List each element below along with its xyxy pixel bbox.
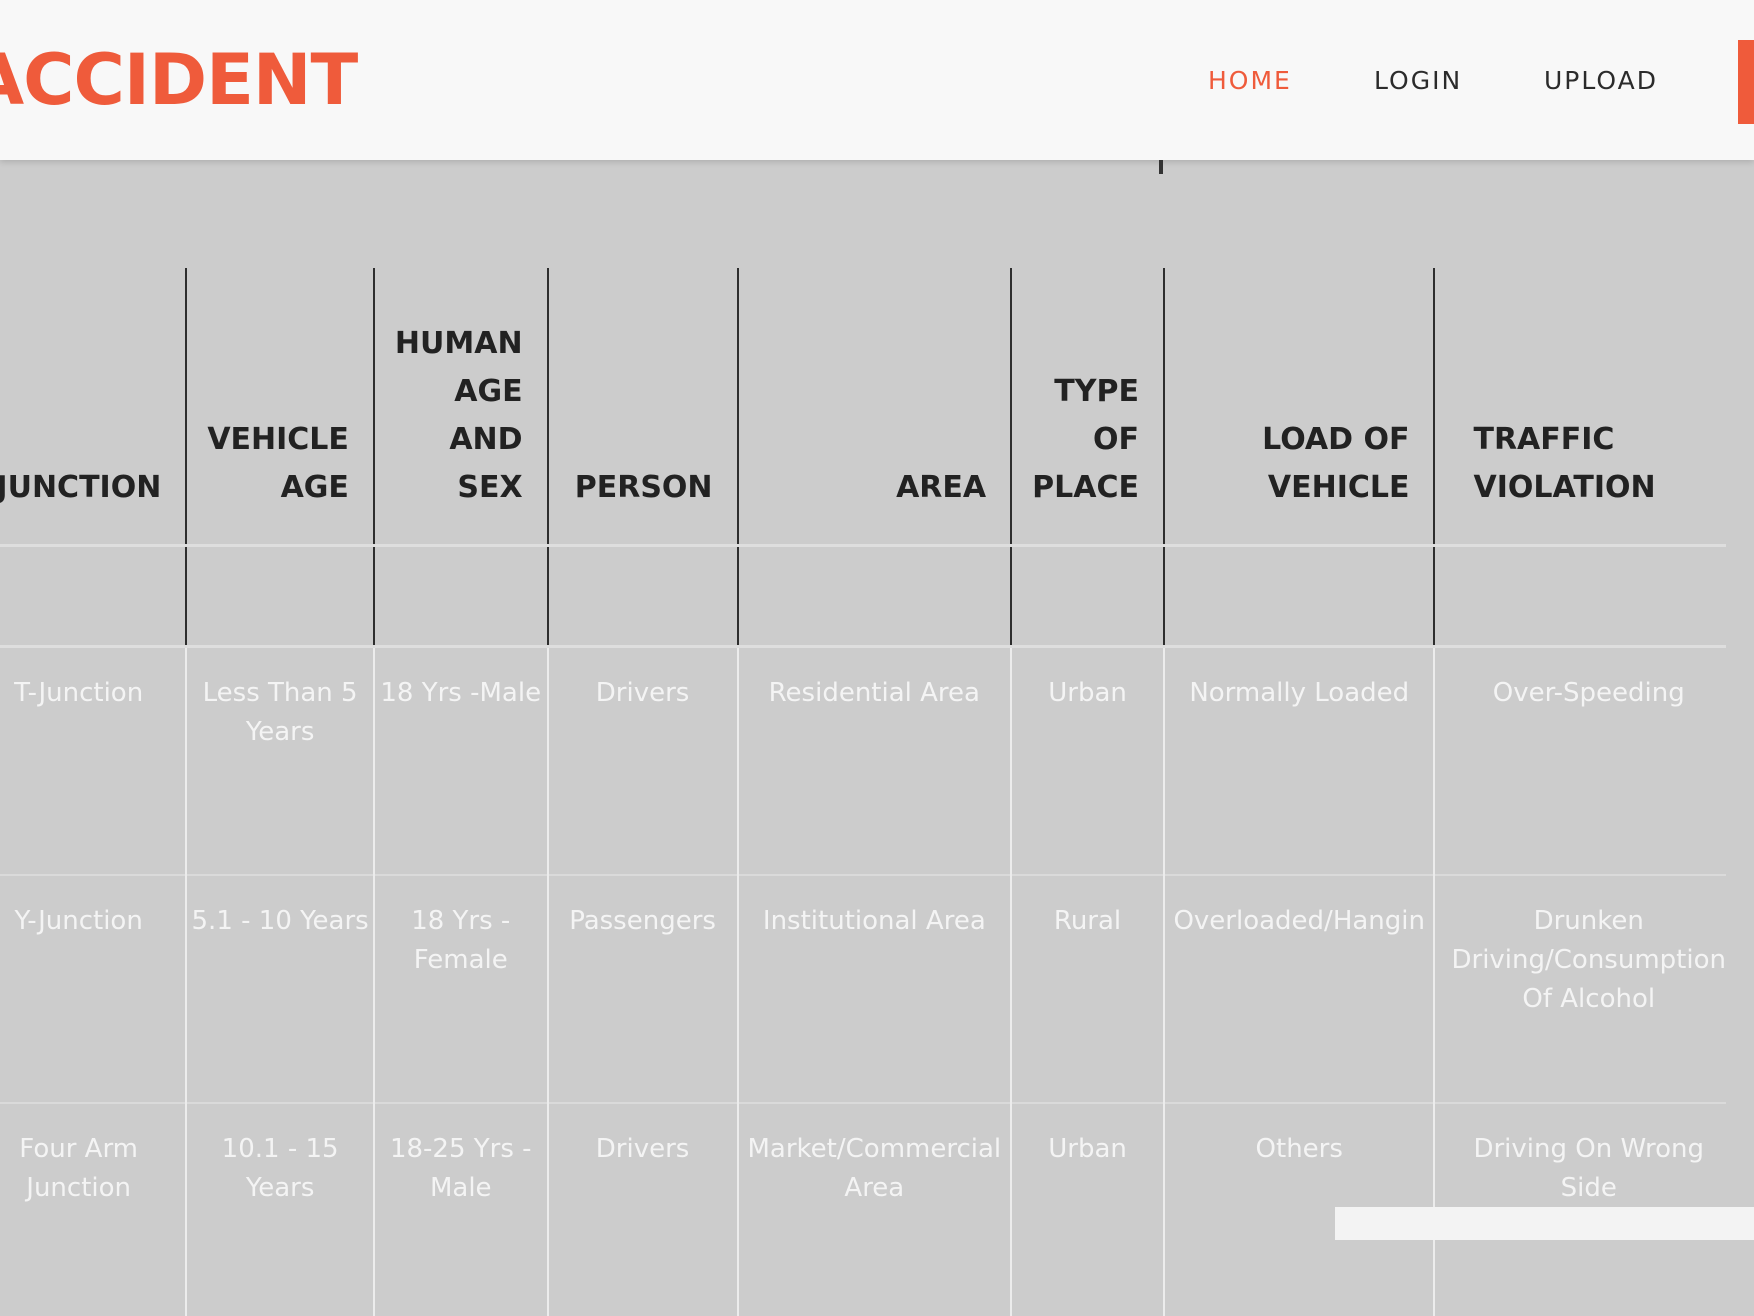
heading-descender (1159, 160, 1163, 174)
table-cell: Normally Loaded (1162, 646, 1435, 875)
brand-logo[interactable]: ACCIDENT (0, 40, 358, 120)
table-cell: Rural (1010, 874, 1164, 1103)
table-header-row: JUNCTION VEHICLE AGE HUMAN AGE AND SEX P… (0, 268, 1726, 547)
table-cell: Over-Speeding (1433, 646, 1726, 875)
column-header[interactable]: JUNCTION (0, 268, 187, 547)
table-cell: Less Than 5 Years (185, 646, 374, 875)
table-cell (372, 545, 548, 648)
nav-cta-button[interactable] (1738, 40, 1754, 124)
table-filter-row (0, 545, 1726, 648)
nav-upload-link[interactable]: UPLOAD (1544, 66, 1658, 96)
nav-home-link[interactable]: HOME (1208, 66, 1292, 96)
nav-login-link[interactable]: LOGIN (1374, 66, 1462, 96)
column-header[interactable]: LOAD OF VEHICLE (1162, 268, 1435, 547)
table-cell: 5.1 - 10 Years (185, 874, 374, 1103)
table-cell: Drivers (546, 646, 738, 875)
table-cell (1010, 545, 1164, 648)
table-cell: T-Junction (14, 678, 144, 708)
table-cell (0, 545, 187, 648)
accident-data-table: JUNCTION VEHICLE AGE HUMAN AGE AND SEX P… (0, 268, 1726, 1316)
table-cell: 10.1 - 15 Years (185, 1102, 374, 1316)
column-header[interactable]: AREA (736, 268, 1012, 547)
table-cell: Four Arm Junction (0, 1102, 187, 1316)
table-cell: Y-Junction (0, 874, 187, 1103)
table-cell (1433, 545, 1726, 648)
table-cell: Drunken Driving/Consumption Of Alcohol (1433, 874, 1726, 1103)
table-cell: 18-25 Yrs - Male (372, 1102, 548, 1316)
table-cell: Urban (1010, 1102, 1164, 1316)
top-navbar: ACCIDENT HOME LOGIN UPLOAD (0, 0, 1754, 160)
table-cell: 18 Yrs -Male (372, 646, 548, 875)
table-cell: 18 Yrs - Female (372, 874, 548, 1103)
table-cell (1162, 545, 1435, 648)
table-cell (546, 545, 738, 648)
table-cell: Residential Area (736, 646, 1012, 875)
table-cell: Urban (1010, 646, 1164, 875)
table-row: T-Junction Less Than 5 Years 18 Yrs -Mal… (0, 646, 1726, 875)
table-cell: Passengers (546, 874, 738, 1103)
column-header[interactable]: TRAFFIC VIOLATION (1433, 268, 1726, 547)
table-cell: Drivers (546, 1102, 738, 1316)
column-header[interactable]: HUMAN AGE AND SEX (372, 268, 548, 547)
table-cell (185, 545, 374, 648)
table-cell: Market/Commercial Area (736, 1102, 1012, 1316)
table-cell: Overloaded/Hangin (1162, 874, 1435, 1103)
table-row: Y-Junction 5.1 - 10 Years 18 Yrs - Femal… (0, 874, 1726, 1103)
column-header[interactable]: VEHICLE AGE (185, 268, 374, 547)
column-header[interactable]: TYPE OF PLACE (1010, 268, 1164, 547)
column-header[interactable]: PERSON (546, 268, 738, 547)
footer-panel (1335, 1207, 1754, 1240)
table-cell: Institutional Area (736, 874, 1012, 1103)
table-cell (736, 545, 1012, 648)
